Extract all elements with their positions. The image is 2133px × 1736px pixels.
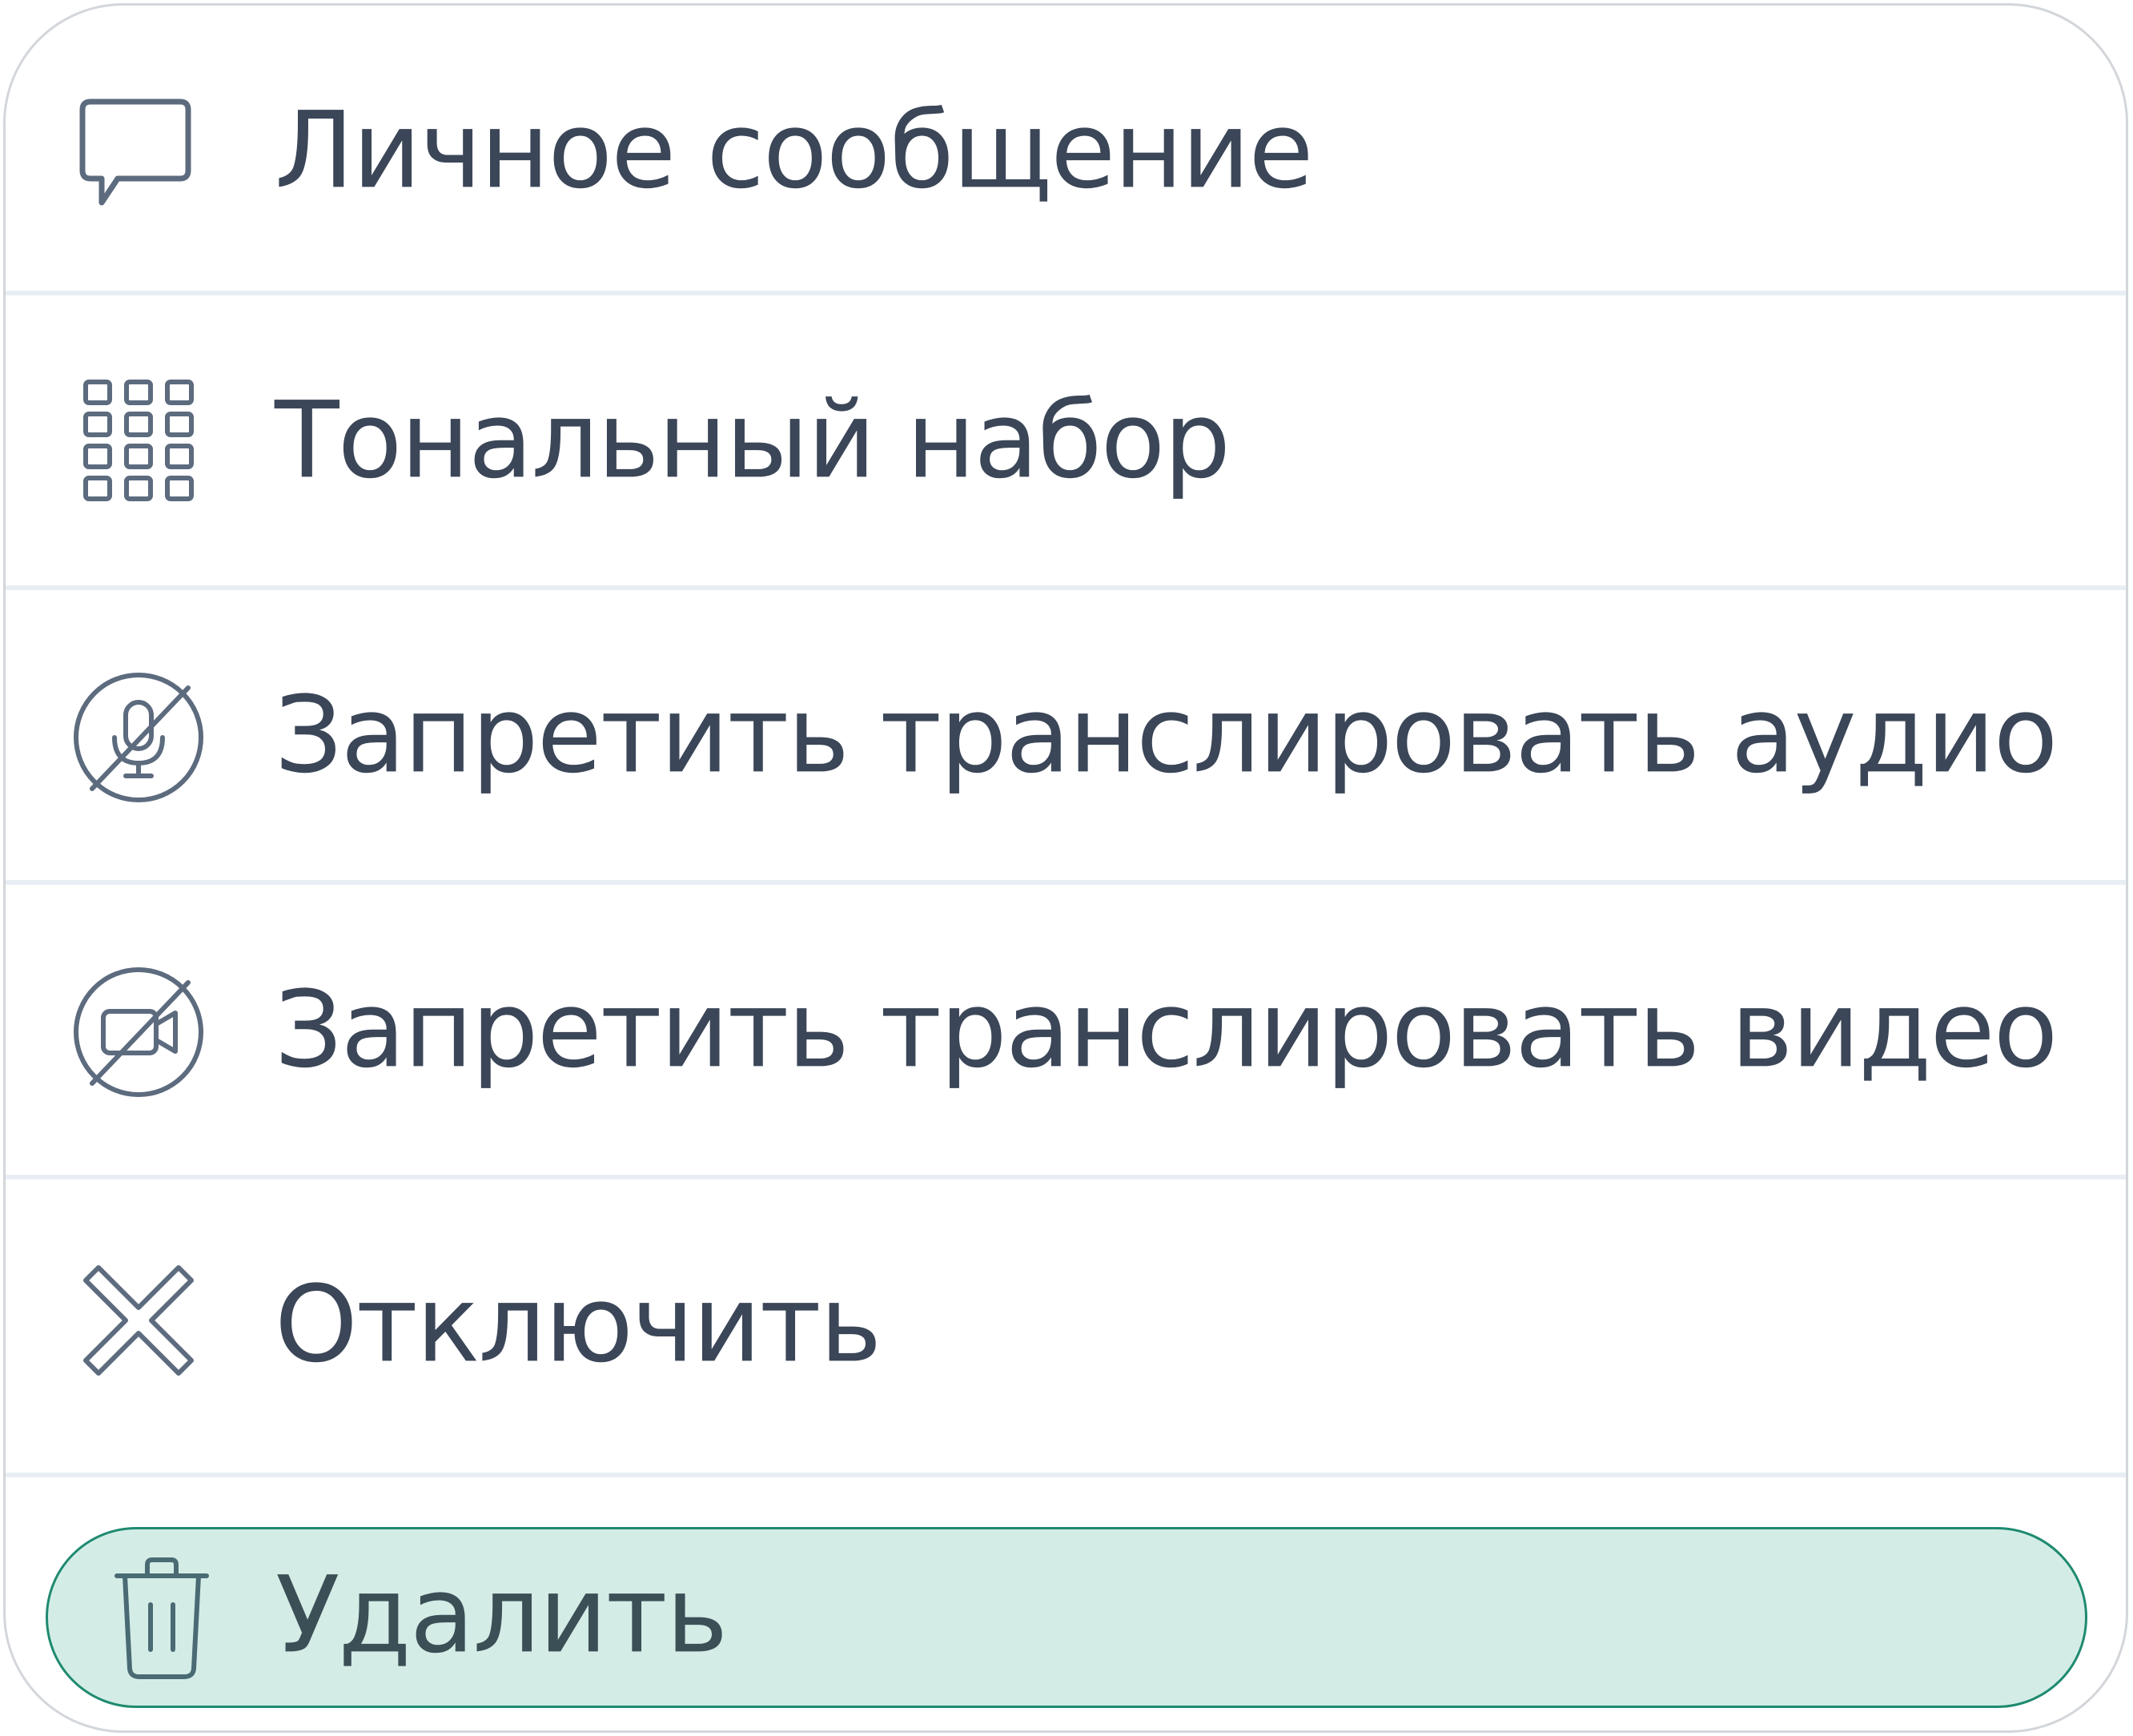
camera-off-icon [68,962,209,1103]
menu-item-label: Запретить транслировать видео [275,968,2058,1092]
menu-item-private-message[interactable]: Личное сообщение [6,6,2126,300]
dialpad-icon [68,372,209,513]
menu-item-mute-audio[interactable]: Запретить транслировать аудио [6,590,2126,885]
menu-item-label: Отключить [275,1263,882,1387]
close-icon [68,1256,209,1397]
menu-item-label: Удалить [275,1553,728,1678]
trash-icon [91,1547,232,1688]
menu-item-disconnect[interactable]: Отключить [6,1179,2126,1474]
menu-divider [6,1473,2126,1477]
menu-item-delete[interactable]: Удалить [46,1527,2087,1708]
menu-item-mute-video[interactable]: Запретить транслировать видео [6,885,2126,1179]
chat-bubble-icon [68,82,209,223]
menu-item-label: Тональный набор [275,379,1231,503]
menu-item-label: Личное сообщение [275,89,1314,213]
menu-item-label: Запретить транслировать аудио [275,673,2058,798]
menu-item-dtmf[interactable]: Тональный набор [6,295,2126,590]
mic-off-icon [68,667,209,808]
participant-context-menu: Личное сообщение Тональный набор Запрети… [3,3,2128,1733]
